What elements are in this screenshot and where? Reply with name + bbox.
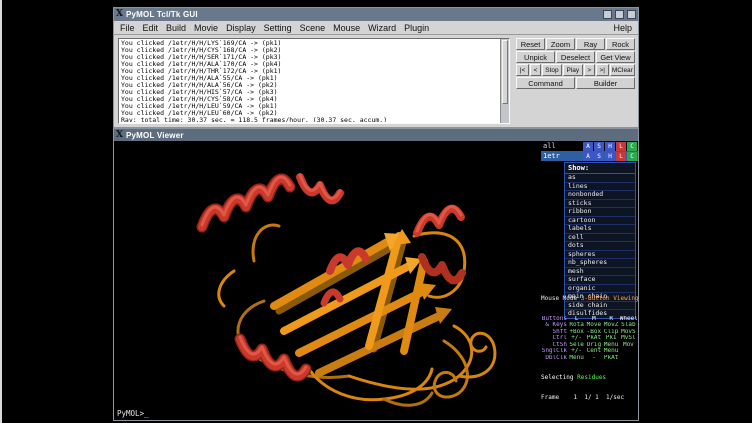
selecting-mode-line: Selecting Residues xyxy=(541,375,637,382)
object-action-button[interactable]: A xyxy=(583,142,593,151)
command-prompt[interactable]: PyMOL>_ xyxy=(117,409,149,418)
menubar-item-help[interactable]: Help xyxy=(609,23,636,33)
gui-control-button[interactable]: Zoom xyxy=(546,38,575,50)
minimize-button[interactable] xyxy=(603,10,612,19)
gui-control-button[interactable]: Reset xyxy=(516,38,545,50)
mouse-matrix-cell: PkAt xyxy=(603,355,620,362)
menubar-item[interactable]: Edit xyxy=(139,23,163,33)
gui-menubar: FileEditBuildMovieDisplaySettingSceneMou… xyxy=(114,21,638,35)
console-scrollbar[interactable] xyxy=(500,39,509,123)
frame-counter: Frame 1 1/ 1 1/sec xyxy=(541,395,637,402)
close-button[interactable] xyxy=(627,10,636,19)
object-action-button[interactable]: C xyxy=(627,152,637,161)
mouse-matrix-row-label: DblClk xyxy=(541,355,568,362)
mouse-mode-panel: Mouse Mode 3-Button Viewing Buttons L M … xyxy=(541,283,637,414)
menubar-item[interactable]: Build xyxy=(162,23,190,33)
object-action-button[interactable]: S xyxy=(594,152,604,161)
mouse-matrix-row: DblClk Menu - PkAt xyxy=(541,355,637,362)
movie-transport-button[interactable]: MClear xyxy=(610,64,635,76)
object-row-all[interactable]: all ASHLC xyxy=(541,141,638,151)
x11-logo-icon: X xyxy=(116,10,123,19)
menubar-item[interactable]: Movie xyxy=(190,23,222,33)
gui-content: You clicked /1etr/H/H/LYS`169/CA -> (pk1… xyxy=(114,35,638,127)
pymol-viewer-window: X PyMOL Viewer xyxy=(113,128,639,421)
movie-transport-button[interactable]: < xyxy=(530,64,541,76)
mouse-mode-value[interactable]: 3-Button Viewing xyxy=(581,295,639,302)
screen-edge-line xyxy=(0,0,2,423)
gui-control-button[interactable]: Builder xyxy=(576,77,635,89)
x11-logo-icon: X xyxy=(116,131,123,140)
gui-control-button[interactable]: Ray xyxy=(576,38,605,50)
viewer-titlebar[interactable]: X PyMOL Viewer xyxy=(114,129,638,141)
movie-transport-button[interactable]: > xyxy=(584,64,595,76)
menubar-item[interactable]: File xyxy=(116,23,139,33)
mouse-mode-label: Mouse Mode xyxy=(541,295,577,302)
selecting-label: Selecting xyxy=(541,374,574,381)
object-action-button[interactable]: C xyxy=(627,142,637,151)
pymol-gui-window: X PyMOL Tcl/Tk GUI FileEditBuildMovieDis… xyxy=(113,7,639,128)
protein-viewport-3d[interactable] xyxy=(114,141,541,420)
menubar-item[interactable]: Wizard xyxy=(364,23,400,33)
object-action-button[interactable]: L xyxy=(616,152,626,161)
gui-control-button[interactable]: Deselect xyxy=(556,51,595,63)
object-row-1etr[interactable]: 1etr ASHLC xyxy=(541,151,638,161)
menubar-item[interactable]: Display xyxy=(222,23,260,33)
menubar-item[interactable]: Mouse xyxy=(329,23,364,33)
movie-transport-button[interactable]: Stop xyxy=(542,64,562,76)
object-action-button[interactable]: H xyxy=(605,152,615,161)
gui-titlebar[interactable]: X PyMOL Tcl/Tk GUI xyxy=(114,8,638,21)
mouse-matrix-cell: Menu xyxy=(568,355,585,362)
object-action-button[interactable]: A xyxy=(583,152,593,161)
selecting-mode-value[interactable]: Residues xyxy=(577,374,606,381)
menubar-item[interactable]: Scene xyxy=(296,23,330,33)
console-line: Ray: total time: 30.37 sec. = 118.5 fram… xyxy=(121,117,498,122)
gui-control-button[interactable]: Unpick xyxy=(516,51,555,63)
mouse-matrix-cell: - xyxy=(585,355,602,362)
viewer-window-title: PyMOL Viewer xyxy=(126,131,184,140)
console-scrollbar-thumb[interactable] xyxy=(502,40,508,104)
object-action-button[interactable]: S xyxy=(594,142,604,151)
object-name[interactable]: all xyxy=(543,142,583,150)
object-action-button[interactable]: L xyxy=(616,142,626,151)
menubar-item[interactable]: Plugin xyxy=(400,23,433,33)
viewer-content: all ASHLC 1etr ASHLC Show: aslinesnonbon… xyxy=(114,141,638,420)
maximize-button[interactable] xyxy=(615,10,624,19)
mouse-matrix-cell xyxy=(620,355,637,362)
movie-transport-button[interactable]: >| xyxy=(596,64,609,76)
object-action-button[interactable]: H xyxy=(605,142,615,151)
gui-control-button[interactable]: Get View xyxy=(596,51,635,63)
control-button-panel: ResetZoomRayRock UnpickDeselectGet View … xyxy=(516,38,635,89)
object-name[interactable]: 1etr xyxy=(543,152,583,160)
menubar-item[interactable]: Setting xyxy=(260,23,296,33)
mouse-mode-line: Mouse Mode 3-Button Viewing xyxy=(541,296,637,303)
gui-window-title: PyMOL Tcl/Tk GUI xyxy=(126,10,198,19)
gui-control-button[interactable]: Rock xyxy=(606,38,635,50)
movie-transport-button[interactable]: |< xyxy=(516,64,529,76)
gui-control-button[interactable]: Command xyxy=(516,77,575,89)
movie-transport-button[interactable]: Play xyxy=(563,64,583,76)
feedback-console[interactable]: You clicked /1etr/H/H/LYS`169/CA -> (pk1… xyxy=(118,38,510,124)
